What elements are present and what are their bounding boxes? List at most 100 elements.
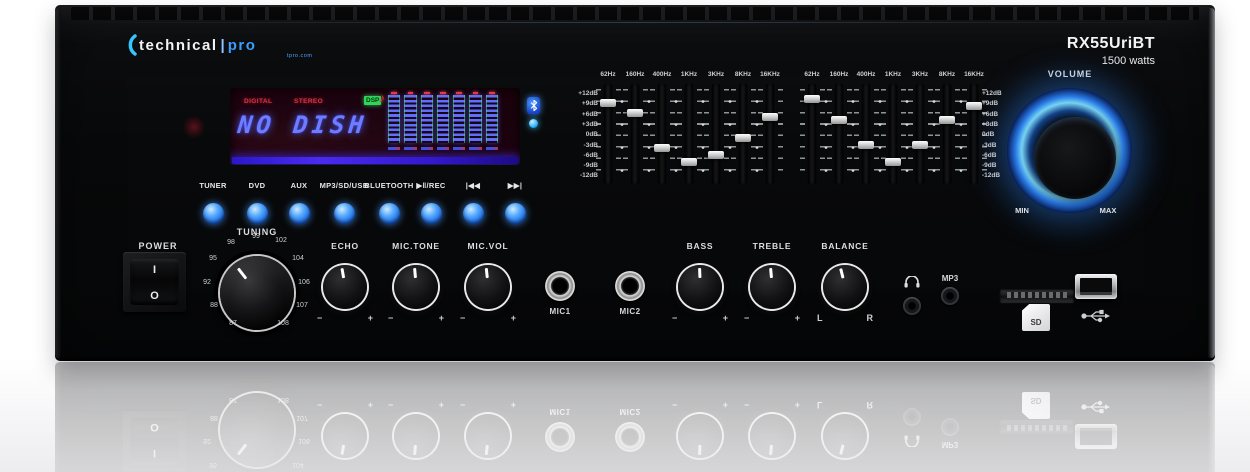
headphone-icon: [904, 276, 920, 288]
eq-slider-handle[interactable]: [654, 144, 670, 152]
volume-knob-cap[interactable]: [1034, 117, 1116, 199]
eq-slider-handle[interactable]: [831, 116, 847, 124]
power-rating: 1500 watts: [1067, 55, 1155, 67]
eq-slider-r-1khz[interactable]: [880, 82, 907, 186]
knob-label-mic-vol: MIC.VOL: [456, 241, 520, 251]
spectrum-bar-label: [404, 147, 416, 150]
power-rocker[interactable]: I O: [130, 259, 179, 305]
power-switch[interactable]: I O: [123, 252, 186, 312]
usb-icon: [1081, 308, 1111, 324]
eq-slider-l-16khz[interactable]: [757, 82, 784, 186]
power-off-symbol: O: [130, 290, 179, 302]
receiver-unit: technical|pro tpro.com RX55UriBT 1500 wa…: [55, 5, 1215, 361]
eq-slider-handle[interactable]: [939, 116, 955, 124]
eq-db-label: -9dB: [554, 162, 598, 169]
eq-tick-dots: [674, 90, 678, 180]
eq-slider-r-8khz[interactable]: [934, 82, 961, 186]
eq-slider-handle[interactable]: [735, 134, 751, 142]
source-button-dvd[interactable]: [247, 203, 268, 224]
knob-mic-vol[interactable]: [466, 265, 510, 309]
knob-echo[interactable]: [323, 265, 367, 309]
eq-slider-handle[interactable]: [600, 99, 616, 107]
source-button-bluetooth[interactable]: [379, 203, 400, 224]
knob-label-treble: TREBLE: [740, 241, 804, 251]
usb-port[interactable]: [1075, 274, 1117, 299]
knob-min-label: −: [672, 313, 677, 323]
bottom-edge: [59, 355, 1211, 361]
tuning-dial-number: 88: [204, 302, 224, 309]
mic1-jack[interactable]: [545, 271, 575, 301]
eq-slider-l-160hz[interactable]: [622, 82, 649, 186]
eq-db-label: -12dB: [554, 172, 598, 179]
eq-slider-r-160hz[interactable]: [826, 82, 853, 186]
eq-slider-l-400hz[interactable]: [649, 82, 676, 186]
eq-tick-dots: [620, 90, 624, 180]
tuning-dial-number: 107: [292, 302, 312, 309]
knob-label-mic-tone: MIC.TONE: [384, 241, 448, 251]
tuning-knob[interactable]: [220, 256, 294, 330]
eq-db-label: 0dB: [554, 131, 598, 138]
spectrum-bar: [469, 95, 481, 143]
eq-slider-handle[interactable]: [681, 158, 697, 166]
knob-group-treble: TREBLE−+: [740, 241, 804, 323]
ir-sensor: [183, 116, 205, 138]
eq-slider-l-8khz[interactable]: [730, 82, 757, 186]
eq-slider-handle[interactable]: [708, 151, 724, 159]
eq-slider-r-400hz[interactable]: [853, 82, 880, 186]
eq-slider-handle[interactable]: [804, 95, 820, 103]
eq-slider-handle[interactable]: [627, 109, 643, 117]
eq-tick-dots: [878, 90, 882, 180]
source-button-transport-6[interactable]: [463, 203, 484, 224]
knob-treble[interactable]: [750, 265, 794, 309]
volume-max-label: MAX: [1091, 206, 1125, 215]
eq-tick-dots: [959, 90, 963, 180]
spectrum-bar: [453, 95, 465, 143]
sd-card-slot[interactable]: [1000, 289, 1074, 302]
source-button-tuner[interactable]: [203, 203, 224, 224]
eq-slider-handle[interactable]: [966, 102, 982, 110]
eq-slider-handle[interactable]: [885, 158, 901, 166]
eq-slider-r-62hz[interactable]: [799, 82, 826, 186]
eq-slider-r-3khz[interactable]: [907, 82, 934, 186]
eq-slider-l-1khz[interactable]: [676, 82, 703, 186]
knob-balance[interactable]: [823, 265, 867, 309]
eq-tick-dots: [647, 90, 651, 180]
eq-slider-track: [970, 83, 979, 185]
eq-db-label: -3dB: [554, 142, 598, 149]
eq-frequency-label: 16KHz: [750, 71, 790, 78]
eq-frequency-label: 16KHz: [954, 71, 994, 78]
knob-group-balance: BALANCELR: [813, 241, 877, 323]
knob-mic-tone[interactable]: [394, 265, 438, 309]
eq-slider-l-3khz[interactable]: [703, 82, 730, 186]
knob-min-label: −: [744, 313, 749, 323]
knob-min-label: L: [817, 313, 823, 323]
knob-group-echo: ECHO−+: [313, 241, 377, 323]
eq-tick-dots: [728, 90, 732, 180]
logo-divider: |: [221, 37, 225, 54]
mp3-label: MP3: [932, 274, 968, 283]
source-button-transport-7[interactable]: [505, 203, 526, 224]
eq-slider-handle[interactable]: [858, 141, 874, 149]
mic2-jack[interactable]: [615, 271, 645, 301]
logo-website: tpro.com: [287, 53, 312, 59]
power-on-symbol: I: [130, 264, 179, 276]
knob-label-echo: ECHO: [313, 241, 377, 251]
eq-slider-handle[interactable]: [912, 141, 928, 149]
eq-slider-l-62hz[interactable]: [595, 82, 622, 186]
source-button-rec[interactable]: [421, 203, 442, 224]
mic1-jack-group: MIC1: [530, 271, 590, 316]
knob-bass[interactable]: [678, 265, 722, 309]
knob-label-bass: BASS: [668, 241, 732, 251]
eq-db-label: +3dB: [982, 121, 1026, 128]
source-button-mp3-sd-usb[interactable]: [334, 203, 355, 224]
mp3-jack[interactable]: [941, 287, 959, 305]
source-button-aux[interactable]: [289, 203, 310, 224]
eq-slider-track: [943, 83, 952, 185]
knob-max-label: +: [439, 313, 444, 323]
knob-max-label: +: [511, 313, 516, 323]
knob-group-bass: BASS−+: [668, 241, 732, 323]
eq-slider-handle[interactable]: [762, 113, 778, 121]
source-button-label-transport: ▶▶|: [475, 181, 555, 190]
knob-group-mic-vol: MIC.VOL−+: [456, 241, 520, 323]
headphone-jack[interactable]: [903, 297, 921, 315]
